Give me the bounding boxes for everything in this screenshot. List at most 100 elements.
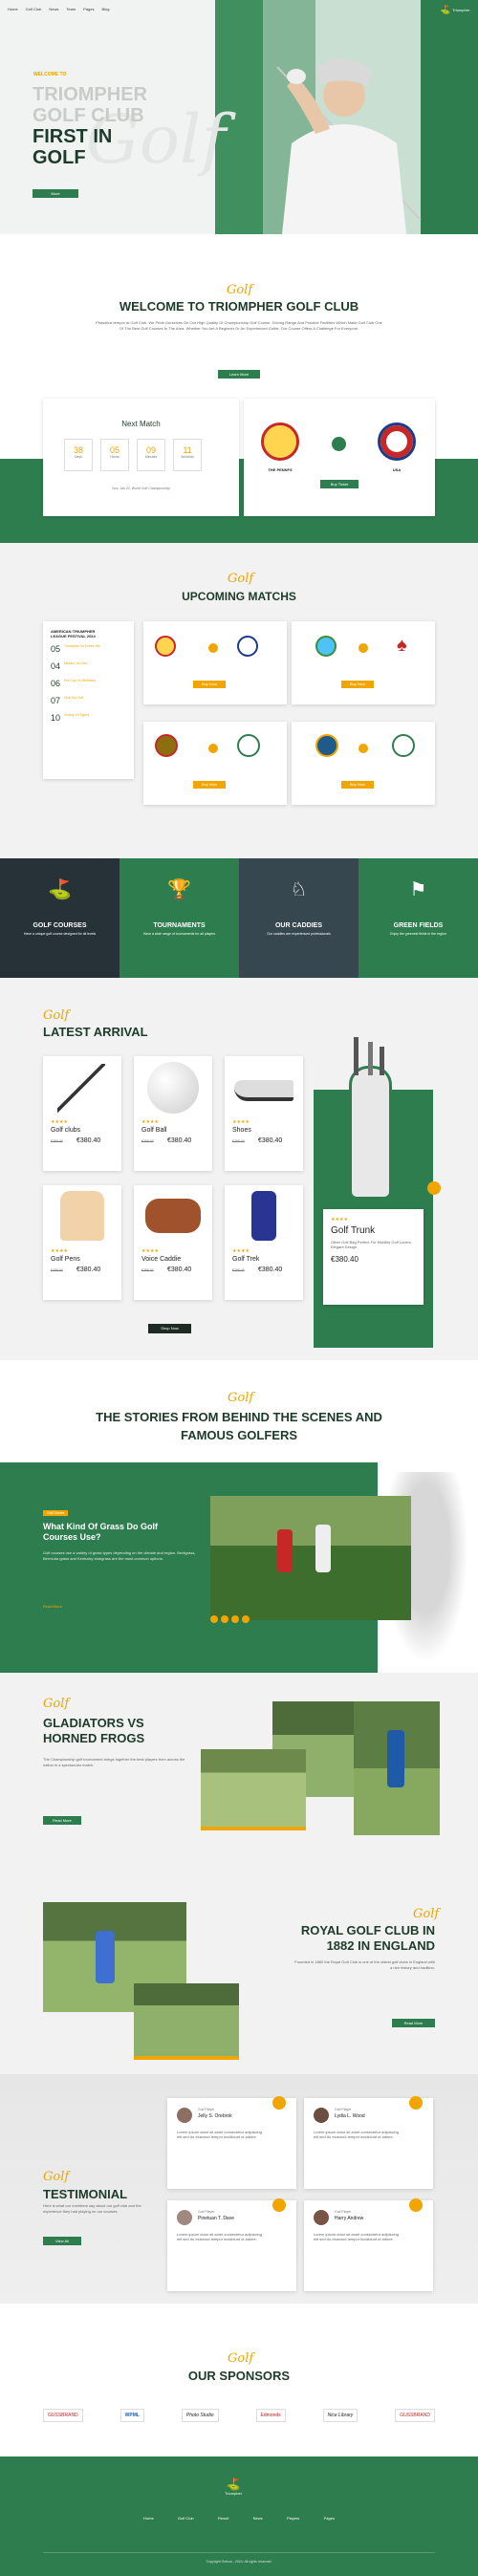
welcome-learn-more-button[interactable]: Learn More <box>218 370 260 379</box>
product-price: €380.40 <box>258 1137 283 1144</box>
stories-tag: Golf Stories <box>43 1510 69 1516</box>
testimonial-name: Pinetuan T. Dave <box>198 2216 234 2221</box>
rating-stars: ★★★★ <box>232 1248 250 1254</box>
product-card[interactable]: ★★★★ Golf Pens €255.00 €380.40 <box>43 1185 121 1300</box>
rating-stars: ★★★★ <box>51 1119 68 1125</box>
team1-logo-icon <box>261 422 299 461</box>
footer: ⛳ Triumpher Home Golf Club Result News P… <box>0 2457 478 2576</box>
next-match-title: Next Match <box>121 420 161 428</box>
rating-stars: ★★★★ <box>51 1248 68 1254</box>
avatar <box>177 2210 192 2225</box>
footer-link[interactable]: Pages <box>324 2516 335 2521</box>
service-green-fields[interactable]: ⚑ GREEN FIELDS Enjoy the greenest fields… <box>358 858 478 978</box>
buy-now-button[interactable]: Buy Now <box>341 781 374 789</box>
copyright: Copyright Gofxon - 2024. All rights rese… <box>206 2560 272 2564</box>
nav-item-home[interactable]: Home <box>8 7 18 11</box>
royal-title: ROYAL GOLF CLUB IN 1882 IN ENGLAND <box>300 1923 435 1953</box>
list-item[interactable]: 10 Victory Vs Tigers <box>51 713 126 723</box>
nav-item-news[interactable]: News <box>49 7 58 11</box>
featured-product-card[interactable]: ★★★★ Golf Trunk Other Golf Bag Perfect F… <box>323 1209 424 1305</box>
testimonial-view-all-button[interactable]: View All <box>43 2237 81 2245</box>
sponsor-logo[interactable]: Photo Studio <box>181 2409 219 2422</box>
product-card[interactable]: ★★★★ Golf Ball €255.00 €380.40 <box>134 1056 212 1171</box>
footer-logo[interactable]: ⛳ Triumpher <box>225 2478 242 2496</box>
twitter-icon[interactable] <box>221 1615 228 1623</box>
hero-golfer-image <box>276 58 422 234</box>
buy-now-button[interactable]: Buy Now <box>193 781 226 789</box>
product-image <box>60 1191 104 1241</box>
welcome-text: Phasellus tempor at Golf Club. We Pride … <box>96 320 382 331</box>
product-name: Voice Caddie <box>141 1256 182 1263</box>
product-card[interactable]: ★★★★ Golf Trek €255.00 €380.40 <box>225 1185 303 1300</box>
quote-icon <box>272 2198 286 2212</box>
upcoming-title: UPCOMING MATCHS <box>182 590 296 603</box>
buy-ticket-button[interactable]: Buy Ticket <box>320 480 358 488</box>
youtube-icon[interactable] <box>242 1615 250 1623</box>
footer-link[interactable]: Home <box>143 2516 154 2521</box>
product-card[interactable]: ★★★★ Voice Caddie €255.00 €380.40 <box>134 1185 212 1300</box>
services-strip: ⛳ GOLF COURSES Have a unique golf course… <box>0 858 478 978</box>
vs-icon <box>332 437 346 451</box>
service-golf-courses[interactable]: ⛳ GOLF COURSES Have a unique golf course… <box>0 858 120 978</box>
sponsor-logo[interactable]: GUSSBRAND <box>43 2409 83 2422</box>
hero-title: TRIOMPHER GOLF CLUB FIRST IN GOLF <box>33 84 147 168</box>
royal-text: Founded in 1882 the Royal Golf Club is o… <box>294 1959 435 1970</box>
product-old-price: €255.00 <box>141 1139 154 1143</box>
countdown-days: 38 Days <box>64 439 93 471</box>
nav-item-pages[interactable]: Pages <box>83 7 94 11</box>
upcoming-script: Golf <box>228 572 254 586</box>
avatar <box>177 2108 192 2123</box>
vs-icon <box>208 643 218 653</box>
gladiators-read-more-button[interactable]: Read More <box>43 1816 81 1825</box>
buy-now-button[interactable]: Buy Now <box>193 681 226 688</box>
footer-link[interactable]: News <box>253 2516 263 2521</box>
caddie-icon: ♘ <box>290 879 308 900</box>
upcoming-list-card: AMERICAN TRIUMPHER LEAGUE FESTIVAL 2024 … <box>43 621 134 779</box>
product-old-price: €255.00 <box>51 1268 63 1272</box>
sponsor-logo[interactable]: Nice Library <box>322 2409 358 2422</box>
list-item[interactable]: 04 Mexico Vs Club <box>51 661 126 671</box>
gladiators-script: Golf <box>43 1697 70 1711</box>
sponsor-logo[interactable]: GUSSBRAND <box>395 2409 435 2422</box>
list-item[interactable]: 05 Triumpher Vs Green Hill <box>51 644 126 654</box>
list-item[interactable]: 06 Hot Cup Vs Wellness <box>51 679 126 688</box>
nav-item-blog[interactable]: Blog <box>102 7 110 11</box>
stories-script: Golf <box>228 1391 254 1405</box>
welcome-script: Golf <box>227 283 253 297</box>
testimonial-body: Lorem ipsum dolor sit amet consectetur a… <box>177 2232 262 2241</box>
instagram-icon[interactable] <box>231 1615 239 1623</box>
shop-now-button[interactable]: Shop Now <box>148 1324 191 1333</box>
facebook-icon[interactable] <box>210 1615 218 1623</box>
nav-item-team[interactable]: Team <box>66 7 76 11</box>
trophy-icon: 🏆 <box>167 879 191 900</box>
product-old-price: €255.00 <box>141 1268 154 1272</box>
stories-title-line1: THE STORIES FROM BEHIND THE SCENES AND <box>96 1410 382 1424</box>
product-card[interactable]: ★★★★ Golf clubs €255.00 €380.40 <box>43 1056 121 1171</box>
team-logo-icon <box>315 636 337 657</box>
footer-link[interactable]: Result <box>218 2516 228 2521</box>
testimonial-body: Lorem ipsum dolor sit amet consectetur a… <box>314 2232 399 2241</box>
testimonial-title: TESTIMONIAL <box>43 2187 128 2201</box>
service-tournaments[interactable]: 🏆 TOURNAMENTS Have a wide range of tourn… <box>120 858 239 978</box>
gladiators-text: The Championship golf tournament brings … <box>43 1757 185 1767</box>
buy-now-button[interactable]: Buy Now <box>341 681 374 688</box>
sponsor-logo[interactable]: WPML <box>120 2409 144 2422</box>
footer-link[interactable]: Players <box>287 2516 299 2521</box>
slider-next-button[interactable] <box>427 1181 441 1195</box>
hero-more-button[interactable]: More <box>33 189 78 198</box>
quote-icon <box>409 2198 423 2212</box>
nav-item-golf-club[interactable]: Golf Club <box>26 7 42 11</box>
stories-read-more-link[interactable]: Read More <box>43 1604 62 1609</box>
royal-read-more-button[interactable]: Read More <box>392 2019 435 2027</box>
list-item[interactable]: 07 Club Vs Golf <box>51 696 126 705</box>
golfer-logo-icon: ⛳ <box>440 5 451 14</box>
sponsor-logo[interactable]: Edmonds <box>255 2409 286 2422</box>
stories-post-title[interactable]: What Kind Of Grass Do Golf Courses Use? <box>43 1522 177 1543</box>
service-our-caddies[interactable]: ♘ OUR CADDIES Our caddies are experience… <box>239 858 358 978</box>
sponsors-script: Golf <box>228 2351 254 2366</box>
logo[interactable]: ⛳ Triumpher <box>440 5 469 15</box>
footer-link[interactable]: Golf Club <box>178 2516 194 2521</box>
product-card[interactable]: ★★★★ Shoes €255.00 €380.40 <box>225 1056 303 1171</box>
arrival-script: Golf <box>43 1008 70 1023</box>
product-old-price: €255.00 <box>232 1268 245 1272</box>
